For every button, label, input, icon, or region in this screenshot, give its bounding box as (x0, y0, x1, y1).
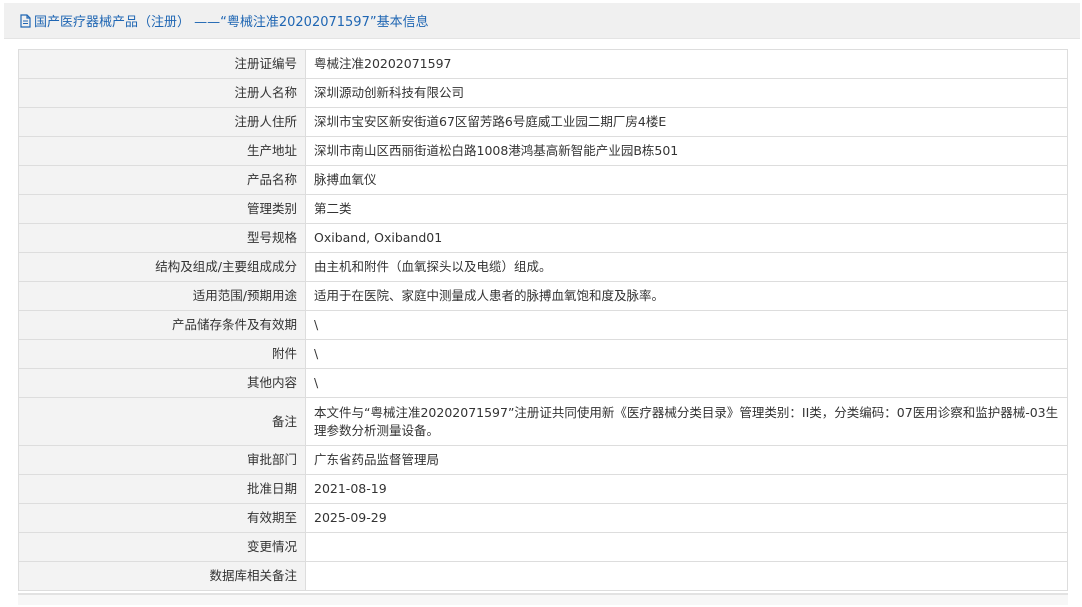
title-bar: 国产医疗器械产品（注册） ——“粤械注准20202071597”基本信息 (4, 3, 1080, 39)
table-row: 生产地址 深圳市南山区西丽街道松白路1008港鸿基高新智能产业园B栋501 (18, 136, 1068, 166)
row-label: 有效期至 (18, 503, 306, 533)
table-row: 审批部门 广东省药品监督管理局 (18, 445, 1068, 475)
row-label: 数据库相关备注 (18, 561, 306, 591)
table-row: 型号规格 Oxiband, Oxiband01 (18, 223, 1068, 253)
row-label: 适用范围/预期用途 (18, 281, 306, 311)
row-value: 适用于在医院、家庭中测量成人患者的脉搏血氧饱和度及脉率。 (305, 281, 1068, 311)
row-value: 2025-09-29 (305, 503, 1068, 533)
table-row: 注册人名称 深圳源动创新科技有限公司 (18, 78, 1068, 108)
row-label: 注册人名称 (18, 78, 306, 108)
table-row: 产品名称 脉搏血氧仪 (18, 165, 1068, 195)
row-label: 型号规格 (18, 223, 306, 253)
row-label: 备注 (18, 397, 306, 446)
table-row: 管理类别 第二类 (18, 194, 1068, 224)
row-value: Oxiband, Oxiband01 (305, 223, 1068, 253)
table-row: 备注 本文件与“粤械注准20202071597”注册证共同使用新《医疗器械分类目… (18, 397, 1068, 446)
row-value: \ (305, 368, 1068, 398)
document-icon (19, 13, 32, 28)
row-value: 深圳市宝安区新安街道67区留芳路6号庭威工业园二期厂房4楼E (305, 107, 1068, 137)
row-label: 变更情况 (18, 532, 306, 562)
table-row: 产品储存条件及有效期 \ (18, 310, 1068, 340)
table-row: 数据库相关备注 (18, 561, 1068, 591)
row-label: 管理类别 (18, 194, 306, 224)
row-value (305, 561, 1068, 591)
row-value: 2021-08-19 (305, 474, 1068, 504)
table-row: 变更情况 (18, 532, 1068, 562)
row-value: 本文件与“粤械注准20202071597”注册证共同使用新《医疗器械分类目录》管… (305, 397, 1068, 446)
row-label: 生产地址 (18, 136, 306, 166)
row-value: 第二类 (305, 194, 1068, 224)
table-row: 其他内容 \ (18, 368, 1068, 398)
row-value: 深圳市南山区西丽街道松白路1008港鸿基高新智能产业园B栋501 (305, 136, 1068, 166)
row-label: 产品储存条件及有效期 (18, 310, 306, 340)
row-value: 由主机和附件（血氧探头以及电缆）组成。 (305, 252, 1068, 282)
table-row: 注册人住所 深圳市宝安区新安街道67区留芳路6号庭威工业园二期厂房4楼E (18, 107, 1068, 137)
row-label: 注册证编号 (18, 49, 306, 79)
page: 国产医疗器械产品（注册） ——“粤械注准20202071597”基本信息 注册证… (0, 0, 1082, 607)
row-value: \ (305, 310, 1068, 340)
row-label: 审批部门 (18, 445, 306, 475)
table-row: 批准日期 2021-08-19 (18, 474, 1068, 504)
table-row: 适用范围/预期用途 适用于在医院、家庭中测量成人患者的脉搏血氧饱和度及脉率。 (18, 281, 1068, 311)
row-value: 深圳源动创新科技有限公司 (305, 78, 1068, 108)
table-bottom-border (18, 593, 1068, 605)
info-table: 注册证编号 粤械注准20202071597 注册人名称 深圳源动创新科技有限公司… (18, 49, 1068, 591)
page-title: 国产医疗器械产品（注册） ——“粤械注准20202071597”基本信息 (34, 15, 429, 30)
table-row: 注册证编号 粤械注准20202071597 (18, 49, 1068, 79)
table-row: 有效期至 2025-09-29 (18, 503, 1068, 533)
row-label: 批准日期 (18, 474, 306, 504)
row-value (305, 532, 1068, 562)
row-label: 结构及组成/主要组成成分 (18, 252, 306, 282)
row-value: \ (305, 339, 1068, 369)
row-value: 脉搏血氧仪 (305, 165, 1068, 195)
table-row: 结构及组成/主要组成成分 由主机和附件（血氧探头以及电缆）组成。 (18, 252, 1068, 282)
row-label: 附件 (18, 339, 306, 369)
table-row: 附件 \ (18, 339, 1068, 369)
row-value: 广东省药品监督管理局 (305, 445, 1068, 475)
row-label: 产品名称 (18, 165, 306, 195)
row-label: 注册人住所 (18, 107, 306, 137)
row-value: 粤械注准20202071597 (305, 49, 1068, 79)
row-label: 其他内容 (18, 368, 306, 398)
